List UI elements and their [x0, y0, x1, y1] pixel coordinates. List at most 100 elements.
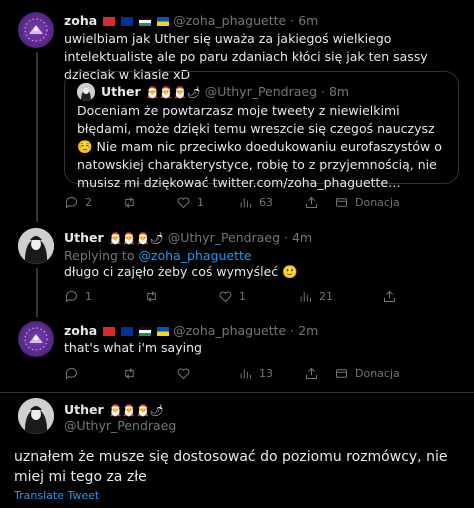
- quote-avatar: [77, 83, 95, 101]
- replying-to-mention[interactable]: @zoha_phaguette: [138, 248, 251, 263]
- quote-handle: @Uthyr_Pendraeg: [204, 84, 318, 99]
- tweet-zoha-3[interactable]: zoha @zoha_phaguette · 2m that's what i'…: [0, 317, 474, 392]
- retweet-icon: [147, 291, 156, 302]
- reply-count: 2: [85, 196, 92, 209]
- timestamp[interactable]: 6m: [298, 13, 318, 28]
- translate-tweet-link[interactable]: Translate Tweet: [14, 489, 99, 502]
- views-count: 63: [259, 196, 273, 209]
- flag-palestine-icon: [139, 327, 152, 336]
- like-button[interactable]: [176, 366, 197, 381]
- donate-button[interactable]: Donacja: [334, 195, 400, 210]
- views-icon: [240, 198, 251, 208]
- donate-icon: [336, 198, 347, 207]
- separator-dot: ·: [290, 323, 295, 338]
- flag-eu-icon: [121, 17, 134, 26]
- avatar[interactable]: [18, 398, 54, 434]
- flag-red-icon: [103, 327, 116, 336]
- separator-dot: ·: [290, 13, 295, 28]
- views-icon: [240, 369, 251, 379]
- flag-ukraine-icon: [157, 327, 170, 336]
- heart-icon: [177, 197, 190, 209]
- flag-eu-icon: [121, 327, 134, 336]
- tweet-uther-2[interactable]: Uther 🎅🎅🎅🌶 @Uthyr_Pendraeg · 4m Replying…: [0, 222, 474, 317]
- share-button[interactable]: [304, 195, 319, 210]
- share-icon: [306, 196, 317, 208]
- quoted-tweet[interactable]: Uther 🎅🎅🎅🌶 @Uthyr_Pendraeg · 8m Doceniam…: [64, 71, 459, 190]
- avatar[interactable]: [18, 228, 54, 264]
- tweet-text: uznałem że musze się dostosować do pozio…: [14, 449, 448, 485]
- replying-to-label: Replying to: [64, 248, 135, 263]
- quote-text: Doceniam że powtarzasz moje tweety z nie…: [77, 103, 442, 190]
- views-button[interactable]: 63: [238, 195, 273, 210]
- views-button[interactable]: 13: [238, 366, 273, 381]
- donate-label: Donacja: [355, 196, 400, 209]
- tweet-text: długo ci zajęło żeby coś wymyśleć 🙂: [64, 264, 298, 279]
- share-button[interactable]: [382, 289, 397, 304]
- action-bar: 2 1 63 Donacja: [64, 195, 459, 213]
- avatar-image: [18, 228, 54, 264]
- thread-line: [36, 268, 38, 317]
- retweet-icon: [125, 197, 134, 208]
- timestamp[interactable]: 4m: [292, 230, 312, 245]
- donate-icon: [336, 369, 347, 378]
- reply-button[interactable]: 1: [64, 289, 92, 304]
- separator-dot: ·: [284, 230, 288, 245]
- avatar-image: [24, 18, 48, 42]
- donate-label: Donacja: [355, 367, 400, 380]
- retweet-button[interactable]: [122, 195, 143, 210]
- tweet-uther-focused[interactable]: Uther 🎅🎅🎅🌶 @Uthyr_Pendraeg uznałem że mu…: [0, 393, 474, 508]
- tweet-text: that's what i'm saying: [64, 340, 202, 355]
- quote-display-name: Uther: [101, 84, 141, 99]
- replying-to: Replying to @zoha_phaguette: [64, 248, 252, 263]
- flag-palestine-icon: [139, 17, 152, 26]
- handle[interactable]: @zoha_phaguette: [173, 323, 286, 338]
- timestamp[interactable]: 2m: [298, 323, 318, 338]
- display-name[interactable]: Uther: [64, 402, 104, 417]
- avatar-image: [24, 327, 48, 351]
- handle[interactable]: @zoha_phaguette: [173, 13, 286, 28]
- display-name[interactable]: zoha: [64, 323, 97, 338]
- handle[interactable]: @Uthyr_Pendraeg: [64, 418, 176, 433]
- thread-line: [36, 52, 38, 222]
- tweet-header: zoha @zoha_phaguette · 2m: [64, 323, 318, 338]
- display-name[interactable]: Uther: [64, 230, 104, 245]
- like-count: 1: [197, 196, 204, 209]
- flag-ukraine-icon: [157, 17, 170, 26]
- like-button[interactable]: 1: [218, 289, 246, 304]
- reply-icon: [65, 291, 77, 303]
- like-button[interactable]: 1: [176, 195, 204, 210]
- like-count: 1: [239, 290, 246, 303]
- quote-timestamp: 8m: [328, 84, 350, 99]
- views-icon: [300, 292, 311, 302]
- retweet-button[interactable]: [144, 289, 165, 304]
- tweet-zoha-1[interactable]: zoha @zoha_phaguette · 6m uwielbiam jak …: [0, 0, 474, 222]
- handle[interactable]: @Uthyr_Pendraeg: [168, 230, 280, 245]
- reply-icon: [65, 368, 77, 380]
- share-icon: [306, 367, 317, 379]
- separator-dot: ·: [321, 84, 325, 99]
- share-button[interactable]: [304, 366, 319, 381]
- avatar[interactable]: [18, 321, 54, 357]
- heart-icon: [219, 291, 232, 303]
- action-bar: 1 1 21: [64, 289, 459, 307]
- action-bar: 13 Donacja: [64, 366, 459, 384]
- heart-icon: [177, 368, 190, 380]
- name-emoji-glyphs: 🎅🎅🎅🌶: [145, 86, 201, 99]
- retweet-icon: [125, 368, 134, 379]
- donate-button[interactable]: Donacja: [334, 366, 400, 381]
- views-button[interactable]: 21: [298, 289, 333, 304]
- tweet-header: Uther 🎅🎅🎅🌶: [64, 402, 164, 417]
- name-emoji-glyphs: 🎅🎅🎅🌶: [108, 404, 164, 417]
- display-name[interactable]: zoha: [64, 13, 97, 28]
- tweet-handle-row: @Uthyr_Pendraeg: [64, 418, 176, 433]
- tweet-header: Uther 🎅🎅🎅🌶 @Uthyr_Pendraeg · 4m: [64, 230, 312, 245]
- share-icon: [384, 290, 395, 302]
- reply-icon: [65, 197, 77, 209]
- reply-button[interactable]: 2: [64, 195, 92, 210]
- views-count: 21: [319, 290, 333, 303]
- retweet-button[interactable]: [122, 366, 143, 381]
- tweet-header: zoha @zoha_phaguette · 6m: [64, 13, 318, 28]
- name-emoji-glyphs: 🎅🎅🎅🌶: [108, 232, 164, 245]
- reply-button[interactable]: [64, 366, 85, 381]
- avatar[interactable]: [18, 12, 54, 48]
